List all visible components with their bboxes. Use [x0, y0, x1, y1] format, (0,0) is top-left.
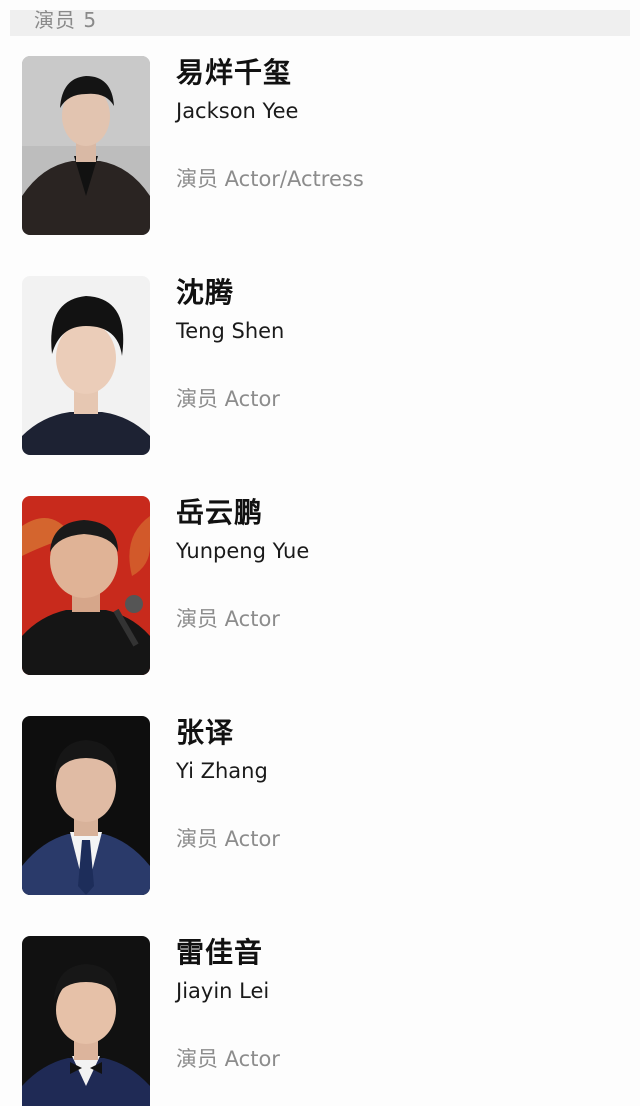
cast-item[interactable]: 易烊千玺 Jackson Yee 演员 Actor/Actress	[0, 56, 640, 276]
actor-name-en: Yunpeng Yue	[176, 539, 310, 563]
actor-name-cn: 易烊千玺	[176, 56, 293, 89]
actor-photo	[22, 936, 150, 1106]
cast-list: 易烊千玺 Jackson Yee 演员 Actor/Actress 沈腾 Ten…	[0, 56, 640, 1106]
section-header: 演员 5	[10, 10, 630, 36]
actor-role: 演员 Actor	[176, 827, 280, 851]
actor-role: 演员 Actor	[176, 387, 280, 411]
actor-name-en: Teng Shen	[176, 319, 285, 343]
actor-photo	[22, 276, 150, 455]
actor-photo	[22, 56, 150, 235]
cast-item[interactable]: 雷佳音 Jiayin Lei 演员 Actor	[0, 936, 640, 1106]
cast-item[interactable]: 张译 Yi Zhang 演员 Actor	[0, 716, 640, 936]
section-title: 演员 5	[34, 10, 98, 32]
cast-item[interactable]: 岳云鹏 Yunpeng Yue 演员 Actor	[0, 496, 640, 716]
actor-photo	[22, 716, 150, 895]
actor-name-en: Jiayin Lei	[176, 979, 270, 1003]
actor-name-cn: 沈腾	[176, 276, 235, 309]
actor-role: 演员 Actor	[176, 607, 280, 631]
actor-name-cn: 张译	[176, 716, 235, 749]
actor-name-en: Jackson Yee	[176, 99, 299, 123]
actor-photo	[22, 496, 150, 675]
actor-role: 演员 Actor/Actress	[176, 167, 364, 191]
cast-item[interactable]: 沈腾 Teng Shen 演员 Actor	[0, 276, 640, 496]
actor-name-en: Yi Zhang	[176, 759, 268, 783]
actor-role: 演员 Actor	[176, 1047, 280, 1071]
actor-name-cn: 雷佳音	[176, 936, 264, 969]
actor-name-cn: 岳云鹏	[176, 496, 264, 529]
